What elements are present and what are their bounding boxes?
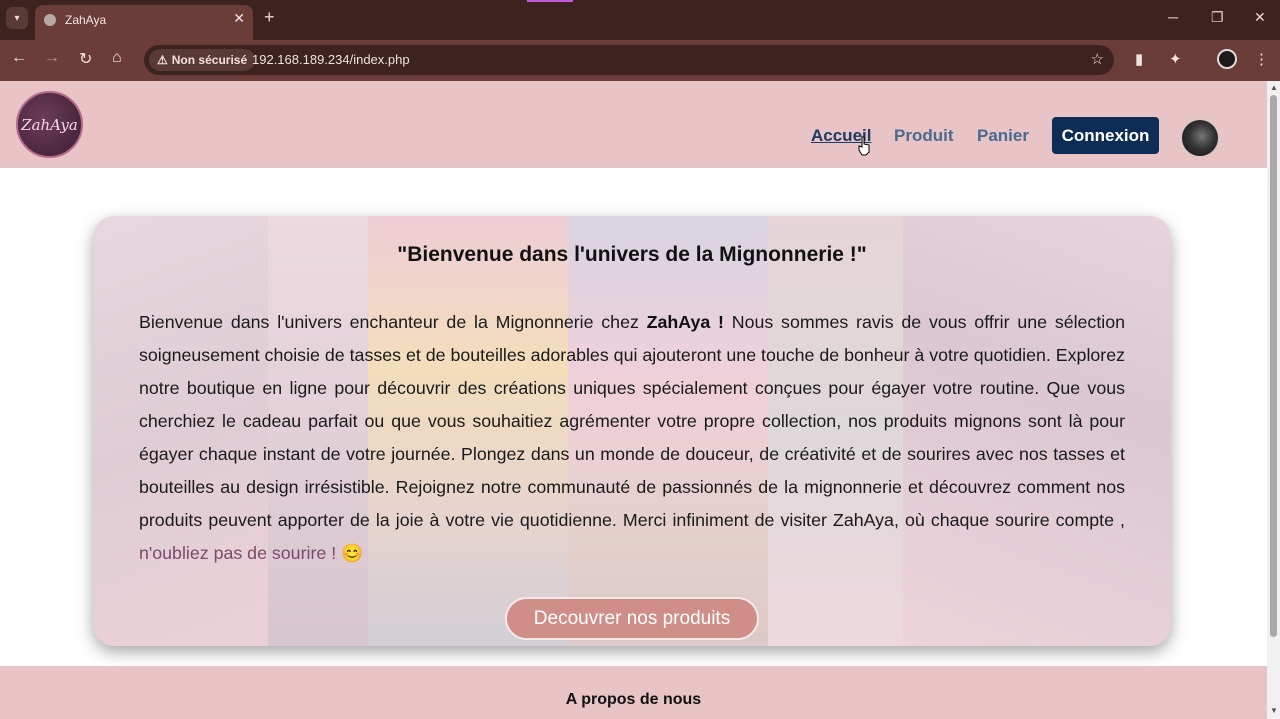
discover-products-button[interactable]: Decouvrer nos produits [505,597,759,640]
hand-cursor-icon [858,136,870,156]
hero-text-intro: Bienvenue dans l'univers enchanteur de l… [139,312,647,332]
hero-title: "Bienvenue dans l'univers de la Mignonne… [397,243,867,266]
browser-tabbar: ▾ ZahAya ✕ + ─ ❐ ✕ [0,0,1280,40]
profile-icon[interactable] [1217,49,1237,69]
globe-icon [44,14,56,26]
home-icon[interactable]: ⌂ [112,49,122,67]
warning-icon: ⚠ [157,53,168,67]
reload-icon[interactable]: ↻ [79,49,92,69]
browser-toolbar: ← → ↻ ⌂ ⚠ Non sécurisé 192.168.189.234/i… [0,40,1280,81]
restore-icon[interactable]: ❐ [1211,9,1224,26]
browser-tab[interactable]: ZahAya ✕ [35,5,253,40]
scrollbar-thumb[interactable] [1270,95,1277,637]
site-logo[interactable]: ZahAya [16,91,83,158]
minimize-icon[interactable]: ─ [1168,9,1178,25]
tab-title: ZahAya [65,13,107,27]
extensions-icon[interactable]: ✦ [1169,50,1182,68]
url-text: 192.168.189.234/index.php [252,52,410,67]
scroll-up-icon[interactable]: ▲ [1270,83,1278,92]
hero-brand: ZahAya ! [646,312,724,332]
about-heading: A propos de nous [565,691,702,708]
scroll-down-icon[interactable]: ▼ [1270,706,1278,715]
address-bar[interactable]: ⚠ Non sécurisé 192.168.189.234/index.php… [144,45,1114,75]
site-header: ZahAya Accueil Produit Panier Connexion [0,81,1267,168]
avatar[interactable] [1181,119,1219,157]
clipboard-icon[interactable]: ▮ [1135,50,1143,68]
forward-icon[interactable]: → [44,49,60,67]
smile-emoji-icon: 😊 [341,543,364,563]
login-button[interactable]: Connexion [1052,117,1159,154]
tab-accent-line [527,0,573,2]
nav-panier[interactable]: Panier [977,126,1029,146]
about-section: A propos de nous [0,666,1267,719]
page-scrollbar[interactable]: ▲ ▼ [1267,81,1280,719]
hero-text-closing: n'oubliez pas de sourire ! [139,543,337,563]
security-label: Non sécurisé [171,53,248,67]
close-window-icon[interactable]: ✕ [1254,9,1266,26]
new-tab-icon[interactable]: + [264,7,275,28]
page-viewport: ZahAya Accueil Produit Panier Connexion … [0,81,1267,719]
tab-search-menu-icon[interactable]: ▾ [6,7,28,29]
menu-icon[interactable]: ⋮ [1254,50,1269,68]
hero-text-body: Nous sommes ravis de vous offrir une sél… [139,312,1125,530]
star-icon[interactable]: ☆ [1091,50,1104,68]
back-icon[interactable]: ← [11,49,27,67]
logo-text: ZahAya [21,115,78,134]
security-chip[interactable]: ⚠ Non sécurisé [149,49,256,71]
close-tab-icon[interactable]: ✕ [233,10,245,27]
hero-paragraph: Bienvenue dans l'univers enchanteur de l… [139,306,1125,570]
nav-produit[interactable]: Produit [894,126,954,146]
hero-banner: "Bienvenue dans l'univers de la Mignonne… [93,216,1171,646]
